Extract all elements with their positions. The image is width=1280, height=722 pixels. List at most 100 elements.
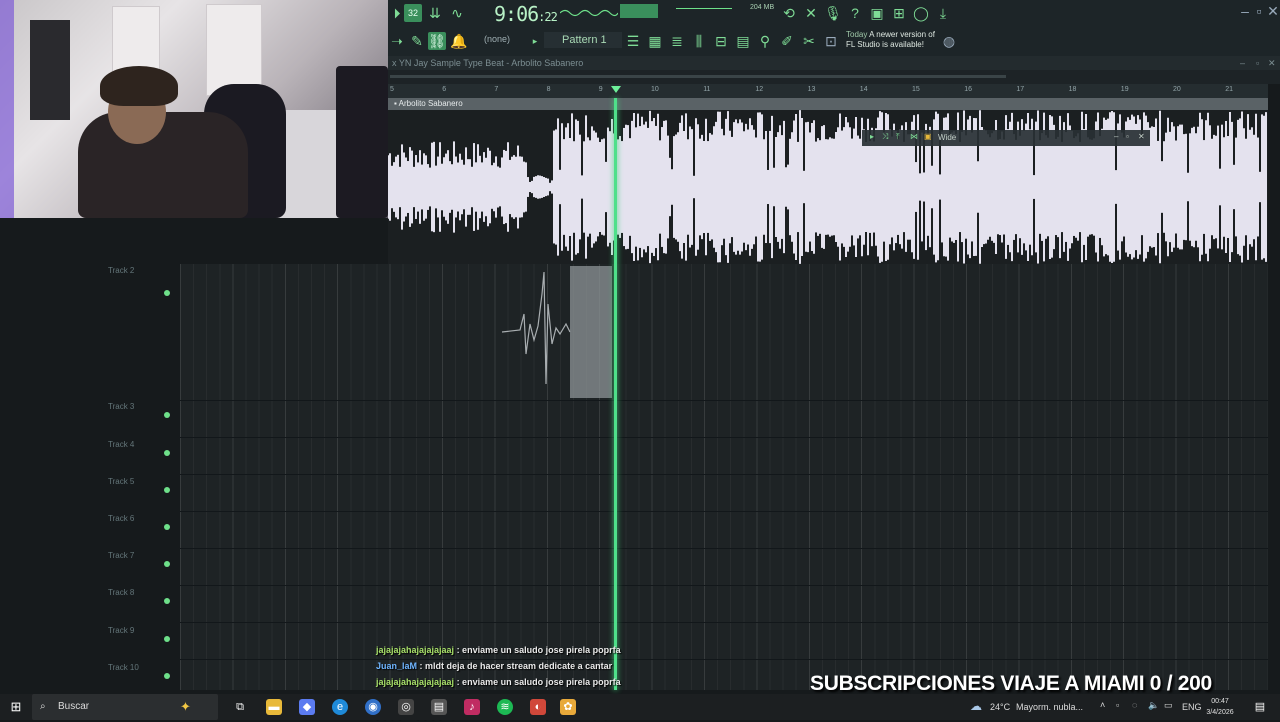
track-label[interactable]: Track 10 [108,663,139,672]
task-view-icon[interactable]: ⧉ [232,699,248,715]
step-icon[interactable]: ⇊ [426,4,444,22]
panel-maximize-icon[interactable]: ▫ [1256,56,1259,70]
playlist-scrollbar[interactable] [388,70,1280,84]
news-panel[interactable]: Today A newer version of FL Studio is av… [846,30,935,50]
display-icon[interactable]: ▭ [1164,700,1173,711]
mixer2-icon[interactable]: ⫼ [690,32,708,50]
mini-maximize-icon[interactable]: ▫ [1126,132,1129,141]
track-label[interactable]: Track 6 [108,514,134,523]
save-icon[interactable]: ▣ [868,4,886,22]
copilot-icon[interactable]: ◆ [299,699,315,715]
piano-roll-icon[interactable]: ▦ [646,32,664,50]
loop-icon[interactable]: ∿ [448,4,466,22]
browser-icon[interactable]: ≣ [668,32,686,50]
tray-app-icon[interactable]: ▫ [1116,700,1119,710]
panel-close-icon[interactable]: ✕ [1268,56,1276,70]
pattern-selector[interactable]: Pattern 1 [544,32,622,48]
clip-header[interactable]: ▪ Arbolito Sabanero [388,98,1268,110]
chrome-icon[interactable]: ◉ [365,699,381,715]
floating-toolbar[interactable]: ▸ ⤨ ⤒ ⋈ ▣ Wide – ▫ ✕ [862,130,1150,146]
playlist-icon[interactable]: ☰ [624,32,642,50]
music-app-icon[interactable]: ♪ [464,699,480,715]
app2-icon[interactable]: ◐ [530,699,546,715]
track-label[interactable]: Track 2 [108,266,134,275]
ruler-number: 9 [598,86,603,93]
mini-split-icon[interactable]: ⋈ [910,132,918,141]
ruler-number: 18 [1068,86,1077,93]
arrow-right-icon[interactable]: ➝ [388,32,406,50]
mini-up-icon[interactable]: ⤒ [896,132,900,142]
fl-studio-icon[interactable]: ✿ [560,699,576,715]
mixer-icon[interactable]: ⊞ [890,4,908,22]
track-label[interactable]: Track 9 [108,626,134,635]
weather-desc[interactable]: Mayorm. nubla... [1016,702,1083,712]
mini-minimize-icon[interactable]: – [1114,132,1118,141]
globe-icon[interactable]: ◍ [940,32,958,50]
mini-wide-label: Wide [938,133,957,142]
track-mute-indicator[interactable] [164,524,170,530]
wait-icon[interactable]: ✕ [802,4,820,22]
timeline-ruler[interactable]: 5 6 7 8 9 10 11 12 13 14 15 16 17 18 19 20 21 [388,84,1268,98]
track-mute-indicator[interactable] [164,290,170,296]
help-icon[interactable]: ? [846,4,864,22]
cart-icon[interactable]: ⊡ [822,32,840,50]
language-indicator[interactable]: ENG [1182,702,1202,712]
tempo-badge[interactable]: 32 [404,4,422,22]
track-mute-indicator[interactable] [164,636,170,642]
file-explorer-icon[interactable]: ▬ [266,699,282,715]
clipboard-icon[interactable]: ▤ [734,32,752,50]
weather-temp[interactable]: 24°C [990,702,1010,712]
draw-icon[interactable]: ✎ [408,32,426,50]
notification-icon[interactable]: ▤ [1252,699,1268,715]
scroll-thumb[interactable] [390,75,1006,78]
panel-minimize-icon[interactable]: – [1240,56,1245,70]
mini-close-icon[interactable]: ✕ [1138,132,1145,141]
track-label[interactable]: Track 5 [108,477,134,486]
track-mute-indicator[interactable] [164,561,170,567]
download-icon[interactable]: ⤓ [934,4,952,22]
preset-none[interactable]: (none) [484,34,510,44]
close-icon[interactable]: ✕ [1264,2,1280,20]
track-label[interactable]: Track 4 [108,440,134,449]
cut-icon[interactable]: ✂ [800,32,818,50]
track-label[interactable]: Track 3 [108,402,134,411]
webcam-monitor [336,66,388,218]
tray-chevron-icon[interactable]: ˄ [1100,700,1105,710]
channel-rack-icon[interactable]: ⊟ [712,32,730,50]
network-icon[interactable]: ◌ [1132,700,1137,710]
track-mute-indicator[interactable] [164,412,170,418]
track-mute-indicator[interactable] [164,487,170,493]
track-mute-indicator[interactable] [164,598,170,604]
edit-icon[interactable]: ✐ [778,32,796,50]
track-label[interactable]: Track 7 [108,551,134,560]
news-headline-2: FL Studio is available! [846,40,924,49]
taskbar-search[interactable]: ⌕ Buscar ✦ [32,694,218,720]
taskbar-clock[interactable]: 00:47 3/4/2026 [1204,696,1236,718]
track-grid[interactable] [180,264,1268,690]
pattern-arrow-icon[interactable]: ▸ [526,32,544,50]
metronome-icon[interactable]: ⟲ [780,4,798,22]
plugin-icon[interactable]: ⚲ [756,32,774,50]
mini-cursor-icon[interactable]: ⤨ [882,132,888,142]
mini-arrow-icon[interactable]: ▸ [870,132,874,141]
link-icon[interactable]: ⛓ [428,32,446,50]
clip-name: Arbolito Sabanero [398,99,463,108]
track-mute-indicator[interactable] [164,673,170,679]
app-icon[interactable]: ▤ [431,699,447,715]
chat-icon[interactable]: ◯ [912,4,930,22]
spotify-icon[interactable]: ≋ [497,699,513,715]
track-label[interactable]: Track 8 [108,588,134,597]
audio-clip-track2[interactable] [500,264,616,400]
mini-box-icon[interactable]: ▣ [924,132,932,141]
bell-icon[interactable]: 🔔 [450,32,468,50]
playhead-marker[interactable] [611,86,621,93]
volume-icon[interactable]: 🔈 [1148,700,1159,711]
playhead[interactable] [614,98,617,690]
volume-slider[interactable] [676,8,732,9]
windows-start-icon[interactable]: ⊞ [8,699,24,715]
obs-icon[interactable]: ◎ [398,699,414,715]
track-mute-indicator[interactable] [164,450,170,456]
edge-icon[interactable]: e [332,699,348,715]
mic-icon[interactable]: 🎙 [824,4,842,22]
webcam-dark-object [30,20,70,120]
